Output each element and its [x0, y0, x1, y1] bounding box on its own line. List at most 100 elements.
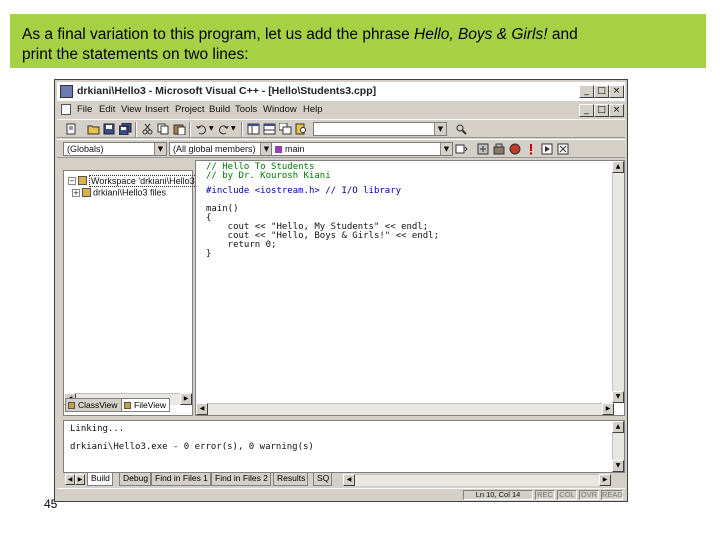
app-icon[interactable] [60, 85, 73, 98]
status-bar: Ln 10, Col 14 REC COL OVR READ [57, 488, 625, 500]
toolbar-separator [135, 122, 137, 137]
close-button[interactable]: × [609, 85, 624, 98]
new-text-file-icon[interactable] [65, 123, 78, 135]
document-icon[interactable] [61, 104, 71, 115]
status-rec: REC [535, 490, 555, 500]
menu-edit[interactable]: Edit [99, 104, 115, 115]
window-title: drkiani\Hello3 - Microsoft Visual C++ - … [77, 85, 377, 97]
scroll-down-icon[interactable]: ▼ [612, 460, 624, 472]
scroll-right-icon[interactable]: ▶ [602, 403, 614, 415]
output-vscroll[interactable]: ▲ ▼ [612, 421, 624, 472]
menu-view[interactable]: View [121, 104, 141, 115]
copy-icon[interactable] [157, 123, 170, 135]
tab-fileview[interactable]: FileView [121, 398, 170, 412]
scroll-left-icon[interactable]: ◀ [343, 474, 355, 486]
find-icon[interactable] [455, 123, 468, 135]
slide-banner: As a final variation to this program, le… [10, 14, 706, 68]
title-bar[interactable]: drkiani\Hello3 - Microsoft Visual C++ - … [57, 82, 625, 101]
redo-dropdown-icon[interactable]: ▼ [231, 125, 236, 132]
tab-debug[interactable]: Debug [119, 473, 152, 486]
standard-toolbar: ▼ ▼ ▼ [57, 119, 625, 138]
cut-icon[interactable] [141, 123, 154, 135]
collapse-icon[interactable]: − [68, 176, 76, 185]
workspace-window-icon[interactable] [247, 123, 260, 135]
redo-icon[interactable] [217, 123, 230, 135]
build-icon[interactable] [493, 143, 506, 155]
scroll-up-icon[interactable]: ▲ [612, 161, 624, 173]
window-list-icon[interactable] [279, 123, 292, 135]
tab-results[interactable]: Results [273, 473, 309, 486]
find-combo[interactable]: ▼ [313, 122, 447, 136]
tab-build[interactable]: Build [87, 473, 113, 486]
minimize-button[interactable]: _ [579, 85, 594, 98]
menu-build[interactable]: Build [209, 104, 230, 115]
class-combo[interactable]: (Globals) ▼ [63, 142, 167, 156]
cursor-position: Ln 10, Col 14 [463, 490, 533, 500]
doc-restore-button[interactable]: □ [594, 104, 609, 117]
output-tabs: ◀ ▶ Build Debug Find in Files 1 Find in … [63, 473, 625, 487]
chevron-down-icon[interactable]: ▼ [154, 143, 166, 155]
execute-icon[interactable] [525, 143, 538, 155]
doc-minimize-button[interactable]: _ [579, 104, 594, 117]
open-folder-icon[interactable] [87, 123, 100, 135]
chevron-down-icon[interactable]: ▼ [434, 123, 446, 135]
tab-classview[interactable]: ClassView [65, 398, 122, 412]
filter-combo[interactable]: (All global members) ▼ [169, 142, 273, 156]
editor-hscroll[interactable]: ◀ ▶ [196, 403, 614, 415]
members-combo[interactable]: main ▼ [271, 142, 453, 156]
tree-item-project[interactable]: + drkiani\Hello3 files [72, 187, 166, 198]
tab-find-in-files-2[interactable]: Find in Files 2 [211, 473, 271, 486]
tab-sql[interactable]: SQ [313, 473, 333, 486]
wizard-toolbar: (Globals) ▼ (All global members) ▼ main … [57, 139, 625, 158]
undo-icon[interactable] [195, 123, 208, 135]
output-window-icon[interactable] [263, 123, 276, 135]
fileview-icon [124, 402, 131, 409]
undo-dropdown-icon[interactable]: ▼ [209, 125, 214, 132]
menu-file[interactable]: File [77, 104, 92, 115]
code-line: // by Dr. Kourosh Kiani [206, 171, 331, 181]
menu-project[interactable]: Project [175, 104, 205, 115]
tab-scroll-left-icon[interactable]: ◀ [65, 474, 75, 485]
save-icon[interactable] [103, 123, 116, 135]
code-line: return 0; [206, 240, 277, 250]
editor-vscroll[interactable]: ▲ ▼ [612, 161, 624, 403]
menu-tools[interactable]: Tools [235, 104, 257, 115]
chevron-down-icon[interactable]: ▼ [440, 143, 452, 155]
save-all-icon[interactable] [119, 123, 132, 135]
status-ovr: OVR [579, 490, 599, 500]
tab-scroll-right-icon[interactable]: ▶ [75, 474, 85, 485]
menu-help[interactable]: Help [303, 104, 323, 115]
msvc-window: drkiani\Hello3 - Microsoft Visual C++ - … [54, 79, 628, 502]
toolbar-separator [241, 122, 243, 137]
code-line: } [206, 249, 212, 259]
toolbar-separator [189, 122, 191, 137]
go-icon[interactable] [541, 143, 554, 155]
slide-text-before: As a final variation to this program, le… [22, 26, 415, 43]
status-col: COL [557, 490, 577, 500]
menu-window[interactable]: Window [263, 104, 297, 115]
scroll-up-icon[interactable]: ▲ [612, 421, 624, 433]
doc-close-button[interactable]: × [609, 104, 624, 117]
workspace-tabs: ClassView FileView [63, 397, 193, 413]
tab-find-in-files-1[interactable]: Find in Files 1 [151, 473, 211, 486]
slide-text-phrase: Hello, Boys & Girls! [414, 26, 548, 43]
compile-icon[interactable] [477, 143, 490, 155]
slide-text-line-2: print the statements on two lines: [22, 46, 249, 63]
output-hscroll[interactable]: ◀ ▶ [343, 474, 611, 486]
breakpoint-icon[interactable] [557, 143, 570, 155]
output-line: drkiani\Hello3.exe - 0 error(s), 0 warni… [70, 442, 314, 452]
wizard-actions-icon[interactable] [455, 143, 468, 155]
scroll-left-icon[interactable]: ◀ [196, 403, 208, 415]
class-combo-value: (Globals) [67, 144, 104, 154]
menu-insert[interactable]: Insert [145, 104, 169, 115]
code-editor[interactable]: // Hello To Students // by Dr. Kourosh K… [195, 160, 625, 416]
expand-icon[interactable]: + [72, 188, 80, 197]
find-in-files-icon[interactable] [295, 123, 308, 135]
filter-combo-value: (All global members) [173, 144, 256, 154]
stop-build-icon[interactable] [509, 143, 522, 155]
paste-icon[interactable] [173, 123, 186, 135]
maximize-button[interactable]: □ [594, 85, 609, 98]
scroll-right-icon[interactable]: ▶ [599, 474, 611, 486]
scroll-down-icon[interactable]: ▼ [612, 391, 624, 403]
members-combo-value: main [285, 144, 305, 154]
